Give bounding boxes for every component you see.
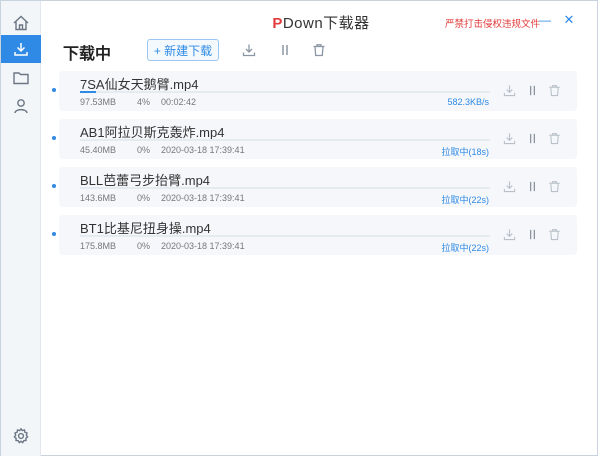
item-delete-button[interactable] <box>547 227 561 241</box>
download-percent: 0% <box>137 193 151 203</box>
trash-icon <box>313 44 325 57</box>
file-size: 175.8MB <box>80 241 117 251</box>
download-item[interactable]: 7SA仙女天鹅臂.mp4 97.53MB 4% 00:02:42 582.3KB… <box>52 71 577 111</box>
delete-all-button[interactable] <box>311 42 327 58</box>
download-percent: 0% <box>137 145 151 155</box>
download-status: 拉取中(22s) <box>441 243 489 253</box>
download-icon <box>503 84 515 96</box>
sidebar <box>1 1 41 456</box>
file-size: 143.6MB <box>80 193 117 203</box>
close-button[interactable]: ✕ <box>561 12 577 28</box>
item-delete-button[interactable] <box>547 179 561 193</box>
download-icon <box>503 132 515 144</box>
download-status: 拉取中(18s) <box>441 147 489 157</box>
download-item[interactable]: BLL芭蕾弓步抬臂.mp4 143.6MB 0% 2020-03-18 17:3… <box>52 167 577 207</box>
app-title-text: Down下载器 <box>282 15 370 32</box>
file-size: 97.53MB <box>80 97 117 107</box>
pause-icon <box>282 45 288 55</box>
download-percent: 0% <box>137 241 151 251</box>
sidebar-item-home[interactable] <box>5 9 37 37</box>
sidebar-item-completed[interactable] <box>5 64 37 92</box>
download-status: 拉取中(22s) <box>441 195 489 205</box>
item-pause-button[interactable] <box>525 131 539 145</box>
user-icon <box>14 99 28 114</box>
home-icon <box>13 15 29 31</box>
progress-bar <box>80 91 490 93</box>
sidebar-item-account[interactable] <box>5 92 37 120</box>
sidebar-item-downloading[interactable] <box>1 35 41 63</box>
pause-icon <box>529 229 535 239</box>
download-status: 582.3KB/s <box>447 97 489 107</box>
status-dot <box>52 184 56 188</box>
status-dot <box>52 232 56 236</box>
settings-icon <box>13 427 29 444</box>
folder-icon <box>13 72 29 85</box>
page-title: 下载中 <box>63 46 112 63</box>
progress-fill <box>80 91 97 93</box>
trash-icon <box>548 180 560 192</box>
download-icon <box>14 43 28 56</box>
trash-icon <box>548 132 560 144</box>
download-icon <box>503 228 515 240</box>
item-download-button[interactable] <box>502 179 516 193</box>
infringement-warning-link[interactable]: 严禁打击侵权违规文件 <box>445 16 540 30</box>
progress-bar <box>80 187 490 189</box>
progress-bar <box>80 139 490 141</box>
item-download-button[interactable] <box>502 83 516 97</box>
download-time: 2020-03-18 17:39:41 <box>161 145 245 155</box>
download-percent: 4% <box>137 97 151 107</box>
start-all-button[interactable] <box>241 42 257 58</box>
toolbar: 下载中 + 新建下载 <box>41 39 597 63</box>
item-pause-button[interactable] <box>525 227 539 241</box>
trash-icon <box>548 228 560 240</box>
download-item[interactable]: AB1阿拉贝斯克轰炸.mp4 45.40MB 0% 2020-03-18 17:… <box>52 119 577 159</box>
pause-all-button[interactable] <box>277 42 293 58</box>
item-download-button[interactable] <box>502 227 516 241</box>
download-icon <box>242 44 256 57</box>
progress-bar <box>80 235 490 237</box>
item-pause-button[interactable] <box>525 83 539 97</box>
status-dot <box>52 88 56 92</box>
status-dot <box>52 136 56 140</box>
pause-icon <box>529 85 535 95</box>
download-item[interactable]: BT1比基尼扭身操.mp4 175.8MB 0% 2020-03-18 17:3… <box>52 215 577 255</box>
item-delete-button[interactable] <box>547 83 561 97</box>
item-download-button[interactable] <box>502 131 516 145</box>
download-time: 00:02:42 <box>161 97 197 107</box>
item-delete-button[interactable] <box>547 131 561 145</box>
trash-icon <box>548 84 560 96</box>
minimize-button[interactable]: — <box>537 12 553 28</box>
app-title: PDown下载器 <box>241 12 401 33</box>
title-bar: PDown下载器 严禁打击侵权违规文件 — ✕ <box>41 1 597 39</box>
pause-icon <box>529 181 535 191</box>
download-list: 7SA仙女天鹅臂.mp4 97.53MB 4% 00:02:42 582.3KB… <box>52 71 577 263</box>
item-pause-button[interactable] <box>525 179 539 193</box>
pause-icon <box>529 133 535 143</box>
app-title-logo-letter: P <box>272 15 283 32</box>
download-time: 2020-03-18 17:39:41 <box>161 193 245 203</box>
new-download-button[interactable]: + 新建下载 <box>147 39 219 61</box>
app-window: PDown下载器 严禁打击侵权违规文件 — ✕ 下载中 + 新建下载 7SA仙女… <box>0 0 598 456</box>
sidebar-item-settings[interactable] <box>5 422 37 450</box>
download-time: 2020-03-18 17:39:41 <box>161 241 245 251</box>
file-size: 45.40MB <box>80 145 117 155</box>
download-icon <box>503 180 515 192</box>
